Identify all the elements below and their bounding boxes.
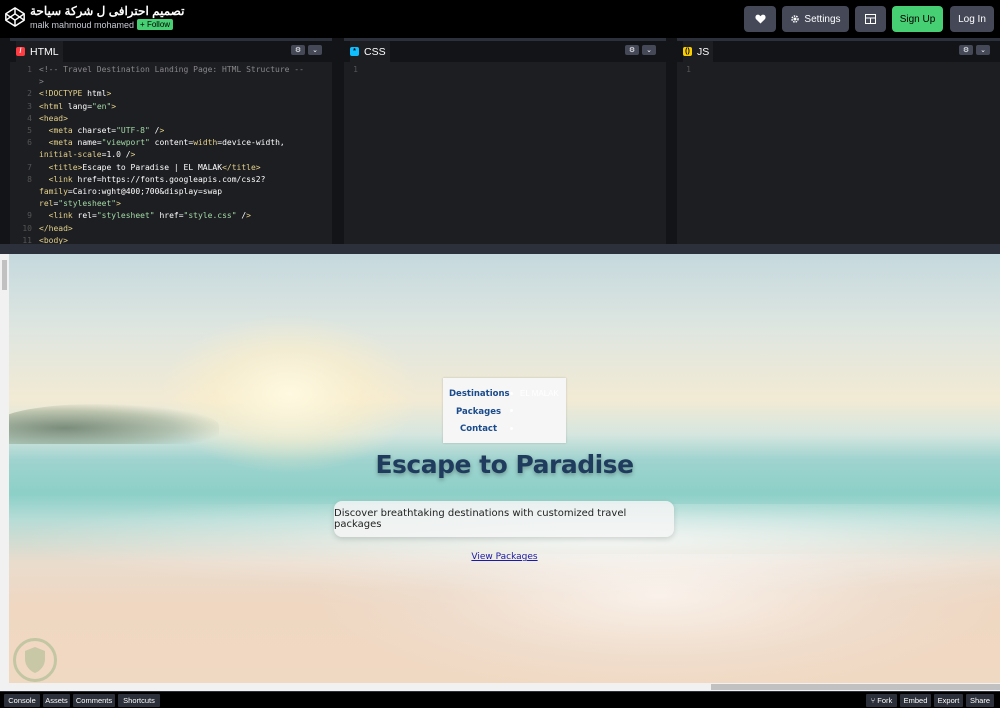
wave-foam-lower — [309, 554, 1000, 683]
js-tab-label: JS — [697, 45, 710, 58]
html-collapse-icon[interactable]: ⌄ — [308, 45, 322, 55]
line-number: 3 — [27, 101, 32, 111]
embed-button[interactable]: Embed — [900, 694, 931, 707]
line-number: 2 — [27, 89, 32, 99]
js-collapse-icon[interactable]: ⌄ — [976, 45, 990, 55]
line-number: 1 — [686, 65, 691, 74]
html-code-editor[interactable]: 1 <!-- Travel Destination Landing Page: H… — [10, 62, 332, 244]
shield-watermark-icon — [13, 638, 57, 682]
nav-link-contact[interactable]: Contact — [460, 424, 497, 434]
line-number: 1 — [27, 65, 32, 74]
code-line: <head> — [39, 113, 68, 123]
view-packages-link-text[interactable]: View Packages — [471, 552, 537, 562]
html-settings-icon[interactable]: ⚙ — [291, 45, 305, 55]
signup-button[interactable]: Sign Up — [892, 6, 943, 32]
html-tab[interactable]: / HTML — [16, 41, 63, 62]
vertical-scrollbar[interactable] — [0, 254, 9, 691]
css-code-editor[interactable]: 1 — [344, 62, 666, 244]
html-tab-label: HTML — [30, 45, 59, 58]
result-preview: Destinations Packages Contact EL MALAK E… — [0, 254, 1000, 691]
line-number: 9 — [27, 211, 32, 221]
line-number: 11 — [22, 235, 32, 244]
line-number: 10 — [22, 223, 32, 233]
code-line: family=Cairo:wght@400;700&display=swap — [39, 187, 223, 196]
js-pane-header: () JS ⚙ ⌄ — [677, 38, 1000, 62]
nav-link-packages[interactable]: Packages — [456, 407, 501, 417]
hero-subtitle: Discover breathtaking destinations with … — [334, 501, 674, 537]
css-pane-header: * CSS ⚙ ⌄ — [344, 38, 666, 62]
code-line: <link rel="stylesheet" href="style.css" … — [48, 211, 251, 221]
line-number: 4 — [27, 113, 32, 123]
brand-name: EL MALAK — [520, 389, 559, 398]
console-button[interactable]: Console — [4, 694, 40, 707]
line-number: 8 — [27, 174, 32, 184]
code-line: <link href=https://fonts.googleapis.com/… — [48, 174, 266, 184]
bottom-bar: Console Assets Comments Shortcuts ⑂ Fork… — [0, 691, 1000, 708]
code-line: <html lang="en"> — [39, 101, 117, 111]
assets-button[interactable]: Assets — [43, 694, 70, 707]
codepen-logo-icon[interactable] — [4, 6, 26, 28]
code-line: initial-scale=1.0 /> — [39, 150, 136, 160]
code-line: <body> — [39, 235, 68, 244]
js-code-editor[interactable]: 1 — [677, 62, 1000, 244]
code-line: <!-- Travel Destination Landing Page: HT… — [39, 65, 304, 74]
line-number: 5 — [27, 126, 32, 135]
fork-button[interactable]: ⑂ Fork — [866, 694, 897, 707]
css-tab[interactable]: * CSS — [350, 41, 390, 62]
shortcuts-button[interactable]: Shortcuts — [118, 694, 160, 707]
line-number: 7 — [27, 162, 32, 172]
comments-button[interactable]: Comments — [73, 694, 115, 707]
editor-area: / HTML ⚙ ⌄ 1 <!-- Travel Destination Land… — [0, 38, 1000, 244]
code-line: <!DOCTYPE html> — [39, 89, 112, 99]
code-line: <title>Escape to Paradise | EL MALAK</ti… — [48, 162, 261, 172]
login-button[interactable]: Log In — [950, 6, 994, 32]
html-badge-icon: / — [16, 47, 25, 56]
js-tab[interactable]: () JS — [683, 41, 714, 62]
code-line: <meta name="viewport" content=width=devi… — [48, 138, 285, 148]
follow-button[interactable]: + Follow — [137, 19, 174, 30]
css-settings-icon[interactable]: ⚙ — [625, 45, 639, 55]
css-tab-label: CSS — [364, 45, 386, 58]
html-pane: / HTML ⚙ ⌄ 1 <!-- Travel Destination Land… — [10, 38, 332, 244]
fork-icon: ⑂ — [870, 696, 876, 705]
line-number: 1 — [353, 65, 358, 74]
like-button[interactable] — [744, 6, 776, 32]
code-line: rel="stylesheet"> — [39, 199, 121, 209]
preview-resizer[interactable] — [0, 244, 1000, 254]
share-button[interactable]: Share — [966, 694, 994, 707]
settings-button[interactable]: Settings — [782, 6, 849, 32]
pen-info: تصميم احترافى ل شركة سياحة malk mahmoud … — [30, 4, 184, 30]
css-collapse-icon[interactable]: ⌄ — [642, 45, 656, 55]
code-line: </head> — [39, 223, 73, 233]
gear-icon — [791, 15, 800, 23]
author-name[interactable]: malk mahmoud mohamed — [30, 20, 134, 30]
css-pane: * CSS ⚙ ⌄ 1 — [344, 38, 666, 244]
heart-icon — [754, 14, 766, 24]
nav-bullet — [510, 427, 513, 430]
nav-link-destinations[interactable]: Destinations — [449, 389, 510, 399]
nav-menu: Destinations Packages Contact EL MALAK — [443, 378, 566, 443]
hero-title: Escape to Paradise — [375, 450, 634, 479]
js-settings-icon[interactable]: ⚙ — [959, 45, 973, 55]
line-number: 6 — [27, 138, 32, 148]
js-pane: () JS ⚙ ⌄ 1 — [677, 38, 1000, 244]
code-line: > — [39, 77, 44, 87]
horizontal-scrollbar[interactable] — [9, 683, 1000, 691]
settings-label: Settings — [804, 13, 841, 25]
pen-title[interactable]: تصميم احترافى ل شركة سياحة — [30, 4, 184, 18]
hero-background: Destinations Packages Contact EL MALAK E… — [9, 254, 1000, 683]
layout-button[interactable] — [855, 6, 886, 32]
html-pane-header: / HTML ⚙ ⌄ — [10, 38, 332, 62]
export-button[interactable]: Export — [934, 694, 963, 707]
nav-bullet — [510, 409, 513, 412]
fork-label: Fork — [877, 696, 893, 705]
nav-bullet — [510, 392, 513, 395]
css-badge-icon: * — [350, 47, 359, 56]
top-header: تصميم احترافى ل شركة سياحة malk mahmoud … — [0, 0, 1000, 38]
code-line: <meta charset="UTF-8" /> — [48, 126, 165, 135]
layout-icon — [865, 14, 876, 24]
js-badge-icon: () — [683, 47, 692, 56]
view-packages-link: View Packages — [9, 552, 1000, 562]
